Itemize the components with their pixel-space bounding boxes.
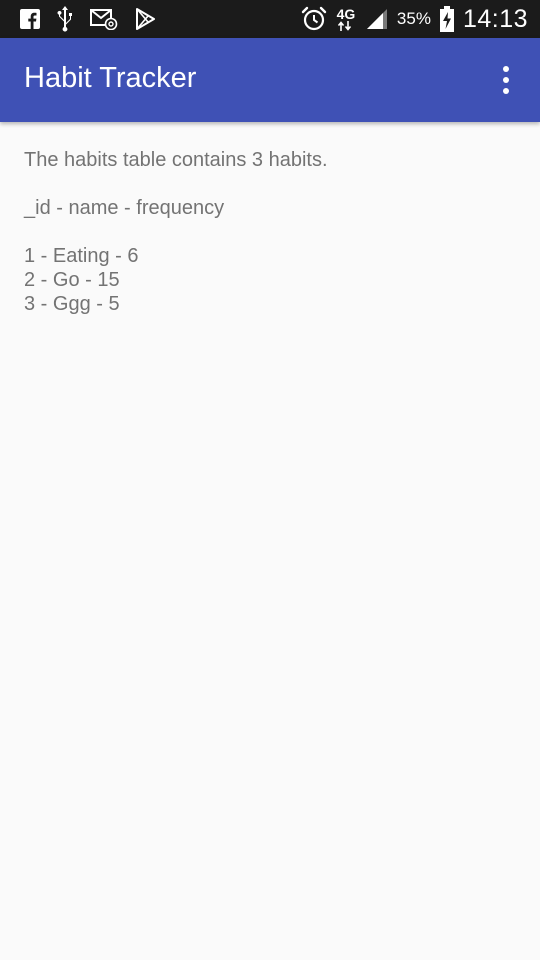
screen: 4G 35% 14:13 Habit Tracker The habits ta… <box>0 0 540 960</box>
clock: 14:13 <box>462 4 528 33</box>
habits-display: The habits table contains 3 habits. _id … <box>24 148 516 316</box>
network-indicator: 4G <box>335 4 357 34</box>
facebook-icon <box>20 9 40 29</box>
habit-row: 2 - Go - 15 <box>24 269 120 291</box>
data-arrows-icon <box>337 21 352 31</box>
more-vert-icon-dot <box>503 77 509 83</box>
play-store-icon <box>134 8 156 30</box>
more-vert-icon <box>503 66 509 72</box>
signal-strength-icon <box>365 7 389 31</box>
habits-summary: The habits table contains 3 habits. <box>24 149 328 171</box>
network-type-label: 4G <box>336 6 356 22</box>
habit-row: 3 - Ggg - 5 <box>24 293 120 315</box>
usb-icon <box>56 6 74 32</box>
system-status: 4G 35% 14:13 <box>301 4 528 34</box>
habit-row: 1 - Eating - 6 <box>24 245 139 267</box>
notification-icons <box>20 6 156 32</box>
battery-charging-icon <box>439 6 455 32</box>
app-bar: Habit Tracker <box>0 38 540 122</box>
status-bar: 4G 35% 14:13 <box>0 0 540 38</box>
alarm-icon <box>301 6 327 32</box>
overflow-menu-button[interactable] <box>486 60 526 100</box>
email-icon <box>90 8 118 30</box>
more-vert-icon-dot <box>503 88 509 94</box>
column-header: _id - name - frequency <box>24 197 225 219</box>
battery-percent: 35% <box>396 9 431 28</box>
app-title: Habit Tracker <box>24 62 197 94</box>
